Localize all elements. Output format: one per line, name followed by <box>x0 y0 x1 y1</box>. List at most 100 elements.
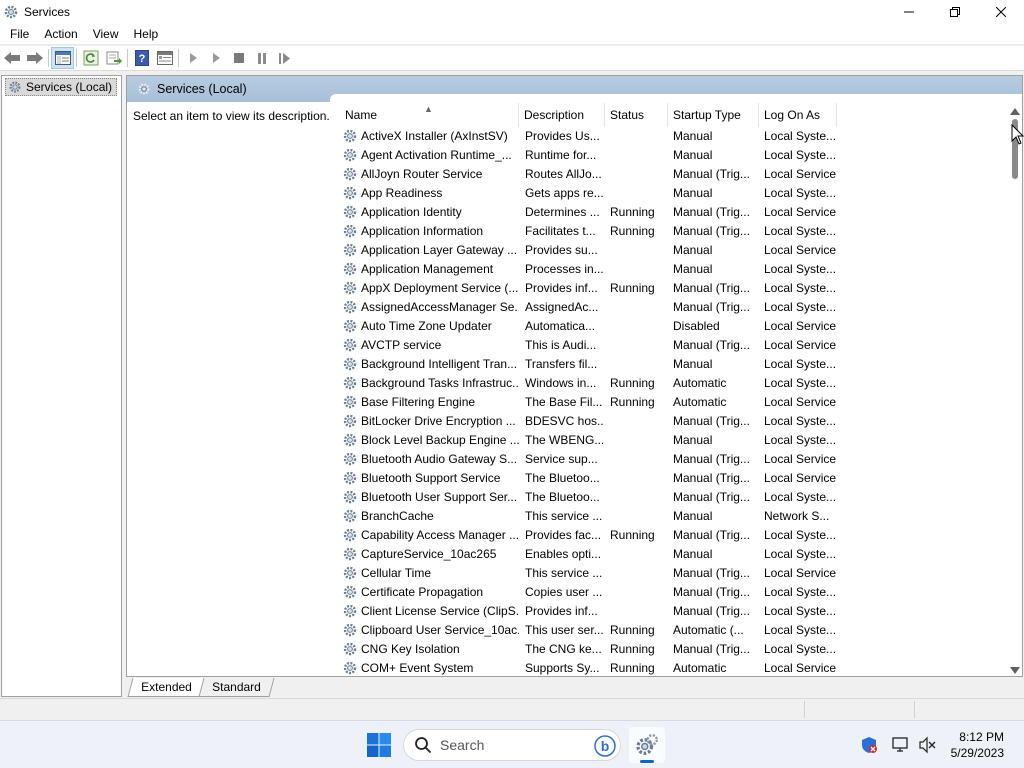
service-startup-type: Manual <box>673 186 713 200</box>
pause-service-button[interactable] <box>250 47 273 69</box>
svg-text:b: b <box>601 738 610 754</box>
service-startup-type: Automatic <box>673 661 727 675</box>
service-row[interactable]: ActiveX Installer (AxInstSV) Provides Us.… <box>340 127 840 146</box>
forward-button[interactable] <box>23 47 46 69</box>
service-gear-icon <box>343 623 357 637</box>
service-row[interactable]: COM+ Event System Supports Sy... Running Au… <box>340 659 840 676</box>
restart-service-button[interactable] <box>273 47 296 69</box>
window-title: Services <box>24 4 71 19</box>
properties-button[interactable] <box>153 47 176 69</box>
service-row[interactable]: Clipboard User Service_10ac... This user … <box>340 621 840 640</box>
taskbar: Search b 8:12 PM 5/29/2023 <box>0 720 1024 768</box>
menu-file[interactable]: File <box>5 24 34 44</box>
service-name: AVCTP service <box>361 338 442 352</box>
service-row[interactable]: Background Tasks Infrastruc... Windows in… <box>340 374 840 393</box>
service-gear-icon <box>343 528 357 542</box>
service-row[interactable]: CNG Key Isolation The CNG ke... Running Man… <box>340 640 840 659</box>
service-startup-type: Manual (Trig... <box>673 471 750 485</box>
column-header-description[interactable]: Description <box>519 103 605 127</box>
services-details-pane: Services (Local) Select an item to view … <box>126 75 1023 677</box>
service-gear-icon <box>343 129 357 143</box>
restore-button[interactable] <box>932 0 978 23</box>
pane-header-title: Services (Local) <box>157 82 247 96</box>
service-row[interactable]: Bluetooth Support Service The Bluetoo... M… <box>340 469 840 488</box>
service-name: Application Identity <box>361 205 462 219</box>
column-header-row: ▲ Name Description Status Startup Type L… <box>340 103 840 127</box>
bing-icon[interactable]: b <box>594 735 616 757</box>
service-row[interactable]: CaptureService_10ac265 Enables opti... Man… <box>340 545 840 564</box>
service-row[interactable]: Background Intelligent Tran... Transfers … <box>340 355 840 374</box>
service-log-on-as: Local Service <box>764 566 837 580</box>
system-clock[interactable]: 8:12 PM 5/29/2023 <box>951 729 1004 761</box>
vertical-scrollbar[interactable] <box>1007 103 1022 676</box>
service-description: Automatica... <box>525 319 596 333</box>
service-row[interactable]: Agent Activation Runtime_... Runtime for.… <box>340 146 840 165</box>
service-description: Supports Sy... <box>525 661 600 675</box>
service-log-on-as: Local Service <box>764 661 837 675</box>
stop-service-button[interactable] <box>227 47 250 69</box>
tree-item-services-local[interactable]: Services (Local) <box>5 78 118 96</box>
service-status: Running <box>610 623 655 637</box>
service-startup-type: Manual (Trig... <box>673 205 750 219</box>
taskbar-search-box[interactable]: Search b <box>403 729 621 761</box>
service-row[interactable]: BranchCache This service ... Manual Network… <box>340 507 840 526</box>
service-startup-type: Automatic (... <box>673 623 744 637</box>
service-row[interactable]: Application Information Facilitates t... R… <box>340 222 840 241</box>
service-row[interactable]: Cellular Time This service ... Manual (Tri… <box>340 564 840 583</box>
volume-muted-icon[interactable] <box>918 736 936 754</box>
service-row[interactable]: Application Identity Determines ... Runnin… <box>340 203 840 222</box>
service-row[interactable]: Bluetooth User Support Ser... The Bluetoo… <box>340 488 840 507</box>
start-service-alt-button[interactable] <box>204 47 227 69</box>
service-row[interactable]: Base Filtering Engine The Base Fil... Runn… <box>340 393 840 412</box>
export-list-button[interactable] <box>102 47 125 69</box>
column-header-status[interactable]: Status <box>605 103 668 127</box>
service-row[interactable]: AllJoyn Router Service Routes AllJo... Man… <box>340 165 840 184</box>
network-icon[interactable] <box>892 736 910 754</box>
service-row[interactable]: App Readiness Gets apps re... Manual Local … <box>340 184 840 203</box>
taskbar-services-app[interactable] <box>629 727 665 763</box>
service-description: Gets apps re... <box>525 186 603 200</box>
restore-icon <box>950 6 960 17</box>
service-log-on-as: Local Syste... <box>764 604 837 618</box>
service-gear-icon <box>343 604 357 618</box>
service-row[interactable]: Bluetooth Audio Gateway S... Service sup.… <box>340 450 840 469</box>
service-row[interactable]: BitLocker Drive Encryption ... BDESVC hos… <box>340 412 840 431</box>
scroll-down-icon[interactable] <box>1010 667 1020 674</box>
windows-start-icon[interactable] <box>366 732 392 758</box>
start-service-button[interactable] <box>181 47 204 69</box>
tab-extended[interactable]: Extended <box>127 678 206 697</box>
service-row[interactable]: AssignedAccessManager Se... AssignedAc...… <box>340 298 840 317</box>
service-description: Provides Us... <box>525 129 600 143</box>
security-shield-icon[interactable] <box>860 736 878 754</box>
column-header-log-on-as[interactable]: Log On As <box>759 103 837 127</box>
close-button[interactable] <box>978 0 1024 23</box>
service-startup-type: Manual <box>673 129 713 143</box>
service-row[interactable]: Capability Access Manager ... Provides fa… <box>340 526 840 545</box>
service-name: Capability Access Manager ... <box>361 528 519 542</box>
service-row[interactable]: Certificate Propagation Copies user ... Ma… <box>340 583 840 602</box>
service-row[interactable]: Client License Service (ClipS... Provides… <box>340 602 840 621</box>
minimize-button[interactable] <box>886 0 932 23</box>
service-startup-type: Manual (Trig... <box>673 528 750 542</box>
service-row[interactable]: Application Layer Gateway ... Provides su… <box>340 241 840 260</box>
tab-standard[interactable]: Standard <box>198 678 274 697</box>
service-row[interactable]: Block Level Backup Engine ... The WBENG..… <box>340 431 840 450</box>
column-header-startup-type[interactable]: Startup Type <box>668 103 759 127</box>
show-hide-console-tree-button[interactable] <box>51 47 74 69</box>
menu-action[interactable]: Action <box>39 24 82 44</box>
refresh-button[interactable] <box>79 47 102 69</box>
back-button[interactable] <box>0 47 23 69</box>
service-log-on-as: Local Syste... <box>764 528 837 542</box>
menu-help[interactable]: Help <box>129 24 164 44</box>
service-row[interactable]: AppX Deployment Service (... Provides inf… <box>340 279 840 298</box>
forward-arrow-icon <box>26 52 43 64</box>
service-row[interactable]: Application Management Processes in... Man… <box>340 260 840 279</box>
menu-view[interactable]: View <box>88 24 124 44</box>
help-button[interactable]: ? <box>130 47 153 69</box>
scroll-up-icon[interactable] <box>1010 108 1020 115</box>
service-row[interactable]: AVCTP service This is Audi... Manual (Trig… <box>340 336 840 355</box>
column-header-name[interactable]: ▲ Name <box>340 103 519 127</box>
service-status: Running <box>610 642 655 656</box>
service-row[interactable]: Auto Time Zone Updater Automatica... Disab… <box>340 317 840 336</box>
service-name: Block Level Backup Engine ... <box>361 433 519 447</box>
